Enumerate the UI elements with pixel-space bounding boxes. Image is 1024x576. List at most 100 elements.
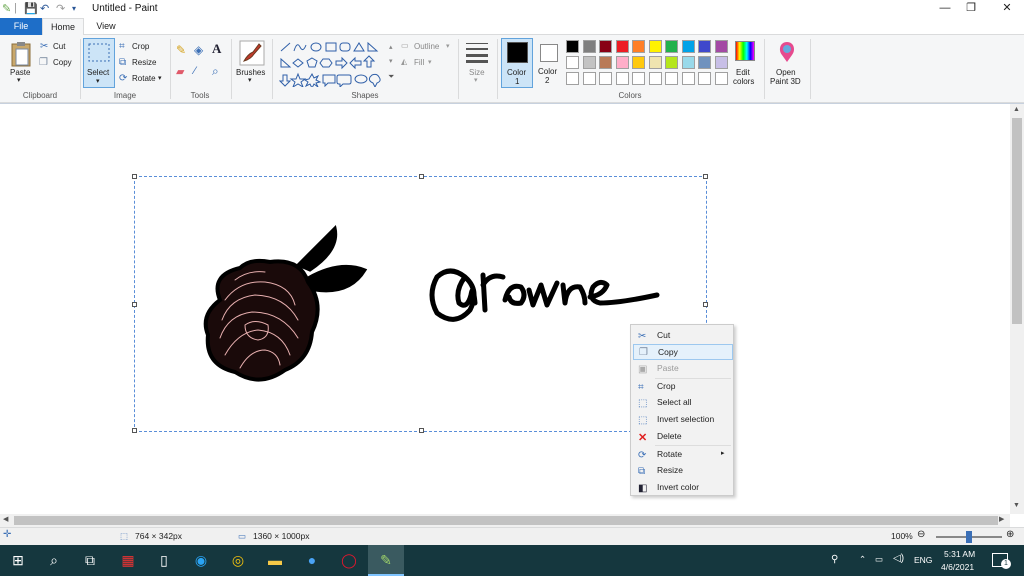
tab-file[interactable]: File	[0, 18, 42, 35]
shapes-scroll-down-icon[interactable]: ▾	[389, 57, 393, 65]
palette-swatch[interactable]	[665, 72, 678, 85]
resize-handle-right[interactable]	[703, 302, 708, 307]
resize-handle-top-right[interactable]	[703, 174, 708, 179]
menu-item-invert-selection[interactable]: ⬚ Invert selection	[633, 411, 733, 427]
battery-icon[interactable]: ▭	[875, 554, 883, 565]
menu-item-cut[interactable]: ✂ Cut	[633, 327, 733, 343]
resize-handle-bottom[interactable]	[419, 428, 424, 433]
palette-swatch[interactable]	[714, 72, 728, 85]
palette-swatch[interactable]	[632, 40, 645, 53]
tab-home[interactable]: Home	[42, 18, 84, 36]
taskbar-notepad[interactable]: ▯	[146, 545, 182, 576]
palette-swatch[interactable]	[665, 40, 678, 53]
palette-swatch[interactable]	[615, 40, 629, 53]
zoom-out-button[interactable]: ⊖	[917, 529, 925, 540]
taskbar-app-1[interactable]: ▦	[110, 545, 146, 576]
menu-item-resize[interactable]: ⧉ Resize	[633, 462, 733, 478]
redo-icon[interactable]: ↷	[56, 2, 65, 15]
scroll-left-icon[interactable]: ◀	[3, 515, 8, 523]
pencil-icon[interactable]: ✎	[176, 43, 186, 57]
palette-swatch[interactable]	[582, 56, 596, 69]
tab-view[interactable]: View	[86, 18, 126, 35]
palette-swatch[interactable]	[665, 56, 678, 69]
vertical-scroll-thumb[interactable]	[1012, 118, 1022, 324]
color2-button[interactable]: Color 2	[535, 38, 563, 88]
menu-item-invert-color[interactable]: ◧ Invert color	[633, 479, 733, 495]
palette-swatch[interactable]	[632, 56, 645, 69]
palette-swatch[interactable]	[648, 56, 662, 69]
palette-swatch[interactable]	[698, 56, 711, 69]
menu-item-copy[interactable]: ❐ Copy	[633, 344, 733, 360]
palette-swatch[interactable]	[698, 40, 711, 53]
resize-handle-top[interactable]	[419, 174, 424, 179]
palette-swatch[interactable]	[681, 56, 695, 69]
taskbar-file-explorer[interactable]: ▬	[257, 545, 293, 576]
palette-swatch[interactable]	[582, 72, 596, 85]
palette-swatch[interactable]	[615, 56, 629, 69]
taskbar-opera[interactable]: ◯	[331, 545, 367, 576]
scroll-down-icon[interactable]: ▼	[1013, 502, 1020, 509]
palette-swatch[interactable]	[615, 72, 629, 85]
menu-item-rotate[interactable]: ⟳ Rotate ▸	[633, 446, 733, 462]
palette-swatch[interactable]	[714, 40, 728, 53]
palette-swatch[interactable]	[681, 72, 695, 85]
palette-swatch[interactable]	[599, 40, 612, 53]
resize-handle-left[interactable]	[132, 302, 137, 307]
magnifier-icon[interactable]: ⌕	[212, 64, 219, 79]
customize-quick-access-icon[interactable]: ▾	[72, 4, 76, 13]
menu-item-delete[interactable]: ✕ Delete	[633, 428, 733, 444]
taskbar-zalo[interactable]: ●	[294, 545, 330, 576]
horizontal-scroll-thumb[interactable]	[14, 516, 998, 525]
text-tool-icon[interactable]: A	[212, 41, 221, 57]
close-button[interactable]: ✕	[992, 0, 1022, 18]
shapes-gallery[interactable]	[279, 41, 387, 87]
palette-swatch[interactable]	[714, 56, 728, 69]
language-indicator[interactable]: ENG	[914, 555, 932, 565]
action-center-button[interactable]: 1	[992, 553, 1011, 569]
palette-swatch[interactable]	[566, 40, 579, 53]
palette-swatch[interactable]	[632, 72, 645, 85]
color1-button[interactable]: Color 1	[501, 38, 533, 88]
show-hidden-icons[interactable]: ⌃	[859, 554, 866, 565]
fill-bucket-icon[interactable]: ◈	[194, 43, 203, 57]
menu-item-crop[interactable]: ⌗ Crop	[633, 378, 733, 394]
palette-swatch[interactable]	[648, 40, 662, 53]
clock-date[interactable]: 4/6/2021	[941, 562, 974, 572]
palette-swatch[interactable]	[681, 40, 695, 53]
search-button[interactable]: ⌕	[36, 545, 72, 576]
scroll-up-icon[interactable]: ▲	[1013, 106, 1020, 113]
zoom-in-button[interactable]: ⊕	[1006, 529, 1014, 540]
scroll-right-icon[interactable]: ▶	[999, 515, 1004, 523]
color-picker-icon[interactable]: ⁄	[194, 65, 196, 77]
palette-swatch[interactable]	[566, 56, 579, 69]
volume-icon[interactable]: ◁)	[893, 553, 904, 564]
task-view-button[interactable]: ⧉	[72, 545, 108, 576]
resize-handle-bottom-left[interactable]	[132, 428, 137, 433]
undo-icon[interactable]: ↶	[40, 2, 49, 15]
zoom-slider-thumb[interactable]	[966, 531, 972, 543]
palette-swatch[interactable]	[582, 40, 596, 53]
eraser-icon[interactable]: ▰	[176, 65, 184, 78]
clock-time[interactable]: 5:31 AM	[944, 549, 975, 559]
palette-swatch[interactable]	[648, 72, 662, 85]
palette-swatch[interactable]	[698, 72, 711, 85]
menu-item-paste[interactable]: ▣ Paste	[633, 360, 733, 376]
restore-button[interactable]: ❐	[956, 0, 986, 18]
taskbar-paint[interactable]: ✎	[368, 545, 404, 576]
palette-swatch[interactable]	[599, 72, 612, 85]
save-icon[interactable]: 💾	[24, 2, 38, 15]
palette-swatch[interactable]	[566, 72, 579, 85]
resize-handle-top-left[interactable]	[132, 174, 137, 179]
fill-label: Fill	[414, 58, 425, 67]
start-button[interactable]: ⊞	[0, 545, 36, 576]
selection-rectangle[interactable]	[132, 174, 708, 433]
shapes-scroll-up-icon[interactable]: ▴	[389, 43, 393, 51]
menu-item-select-all[interactable]: ⬚ Select all	[633, 394, 733, 410]
taskbar-teamviewer[interactable]: ◉	[183, 545, 219, 576]
shapes-more-icon[interactable]: ⏷	[388, 72, 394, 82]
people-icon[interactable]: ⚲	[831, 554, 838, 565]
palette-swatch[interactable]	[599, 56, 612, 69]
select-icon	[88, 43, 110, 62]
taskbar-chrome[interactable]: ◎	[220, 545, 256, 576]
select-button[interactable]: Select ▾	[83, 38, 115, 88]
